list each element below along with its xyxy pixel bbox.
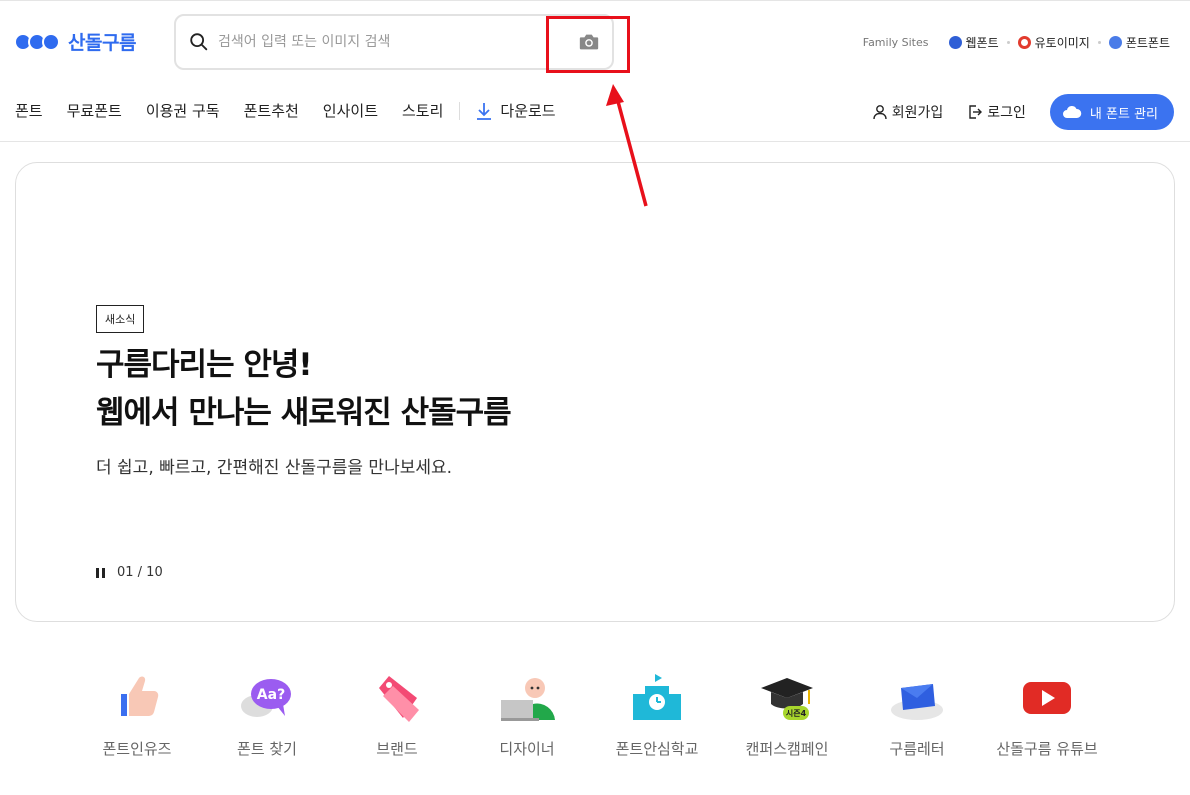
hero-title-line: 구름다리는 안녕! — [96, 347, 313, 383]
family-site-label: 폰트폰트 — [1125, 36, 1170, 50]
fontfont-icon — [1108, 36, 1122, 49]
hero-pager: 01 / 10 — [96, 565, 163, 580]
download-label: 다운로드 — [500, 102, 556, 120]
nav-item-download[interactable]: 다운로드 — [474, 100, 556, 121]
quick-link-label: 브랜드 — [376, 740, 418, 758]
nav-divider — [459, 101, 461, 120]
family-site-fontfont[interactable]: 폰트폰트 — [1108, 34, 1170, 51]
top-border — [0, 0, 1190, 1]
quick-link-label: 폰트안심학교 — [615, 740, 699, 758]
login-label: 로그인 — [987, 105, 1026, 121]
quick-link-label: 폰트 찾기 — [237, 740, 297, 758]
my-font-label: 내 폰트 관리 — [1089, 106, 1158, 122]
nav-item-font[interactable]: 폰트 — [15, 100, 43, 121]
signup-label: 회원가입 — [891, 105, 944, 121]
youtube-icon — [1023, 682, 1071, 714]
download-icon — [477, 102, 492, 120]
pause-icon[interactable] — [96, 567, 105, 578]
nav-item-story[interactable]: 스토리 — [402, 100, 443, 121]
separator-dot — [1006, 41, 1010, 44]
tag-icon — [379, 676, 419, 722]
site-logo[interactable]: 산돌구름 — [14, 28, 136, 55]
cloud-letter-icon — [891, 684, 943, 720]
nav-item-recommend[interactable]: 폰트추천 — [244, 100, 299, 121]
family-site-label: 유토이미지 — [1034, 36, 1090, 50]
separator-dot — [1097, 41, 1101, 44]
family-site-utoimage[interactable]: 유토이미지 — [1017, 34, 1090, 51]
signup-link[interactable]: 회원가입 — [872, 102, 944, 122]
annotation-arrow-icon — [606, 84, 648, 207]
webfont-icon — [948, 36, 962, 49]
quick-link-campus-campaign[interactable]: 시즌4 캔퍼스캠페인 — [722, 668, 852, 759]
quick-link-label: 산돌구름 유튜브 — [996, 740, 1098, 758]
my-font-button[interactable]: 내 폰트 관리 — [1049, 94, 1174, 130]
nav-item-insight[interactable]: 인사이트 — [323, 100, 378, 121]
hero-subtitle: 더 쉽고, 빠르고, 간편해진 산돌구름을 만나보세요. — [96, 458, 453, 478]
news-badge: 새소식 — [96, 305, 145, 333]
family-site-webfont[interactable]: 웹폰트 — [948, 34, 999, 51]
quick-link-cloud-letter[interactable]: 구름레터 — [852, 668, 982, 759]
quick-link-label: 디자이너 — [499, 740, 555, 758]
family-site-label: 웹폰트 — [965, 36, 999, 50]
season-badge-text: 시즌4 — [786, 709, 807, 718]
search-icon[interactable] — [188, 31, 210, 53]
designer-icon — [501, 678, 555, 721]
login-link[interactable]: 로그인 — [967, 102, 1026, 122]
login-icon — [969, 105, 983, 119]
thumbs-up-icon — [121, 676, 159, 716]
cloud-icon — [1062, 105, 1082, 118]
nav-item-subscription[interactable]: 이용권 구독 — [146, 100, 220, 121]
pager-count: 01 / 10 — [117, 565, 163, 580]
search-input[interactable] — [218, 34, 558, 50]
utoimage-icon — [1017, 36, 1031, 49]
account-nav: 회원가입 로그인 내 폰트 관리 — [872, 94, 1174, 130]
nav-item-free-font[interactable]: 무료폰트 — [67, 100, 122, 121]
graduation-cap-icon: 시즌4 — [761, 678, 813, 720]
quick-links: 폰트인유즈 Aa? 폰트 찾기 브랜드 디자이너 폰트안심학교 시즌4 캔퍼스캠… — [72, 668, 1122, 759]
quick-link-brand[interactable]: 브랜드 — [332, 668, 462, 759]
speech-bubble-icon: Aa? — [241, 679, 291, 717]
main-nav: 폰트 무료폰트 이용권 구독 폰트추천 인사이트 스토리 다운로드 — [15, 100, 580, 121]
speech-bubble-text: Aa? — [257, 687, 285, 703]
hero-title-line: 웹에서 만나는 새로워진 산돌구름 — [96, 395, 512, 431]
user-icon — [873, 105, 887, 120]
quick-link-label: 캔퍼스캠페인 — [745, 740, 829, 758]
family-sites-label: Family Sites — [862, 36, 929, 49]
quick-link-font-in-use[interactable]: 폰트인유즈 — [72, 668, 202, 759]
quick-link-font-search[interactable]: Aa? 폰트 찾기 — [202, 668, 332, 759]
quick-link-label: 폰트인유즈 — [102, 740, 172, 758]
quick-link-label: 구름레터 — [889, 740, 945, 758]
logo-cloud-icon — [14, 32, 60, 51]
school-icon — [633, 674, 681, 720]
annotation-highlight-box — [546, 16, 630, 73]
quick-link-designer[interactable]: 디자이너 — [462, 668, 592, 759]
logo-text: 산돌구름 — [68, 32, 136, 54]
hero-title: 구름다리는 안녕! 웹에서 만나는 새로워진 산돌구름 — [96, 341, 512, 437]
quick-link-youtube[interactable]: 산돌구름 유튜브 — [982, 668, 1112, 759]
quick-link-font-school[interactable]: 폰트안심학교 — [592, 668, 722, 759]
family-sites: Family Sites 웹폰트 유토이미지 폰트폰트 — [863, 34, 1170, 51]
nav-divider-line — [0, 141, 1190, 142]
hero-banner[interactable]: 새소식 구름다리는 안녕! 웹에서 만나는 새로워진 산돌구름 더 쉽고, 빠르… — [15, 162, 1175, 622]
